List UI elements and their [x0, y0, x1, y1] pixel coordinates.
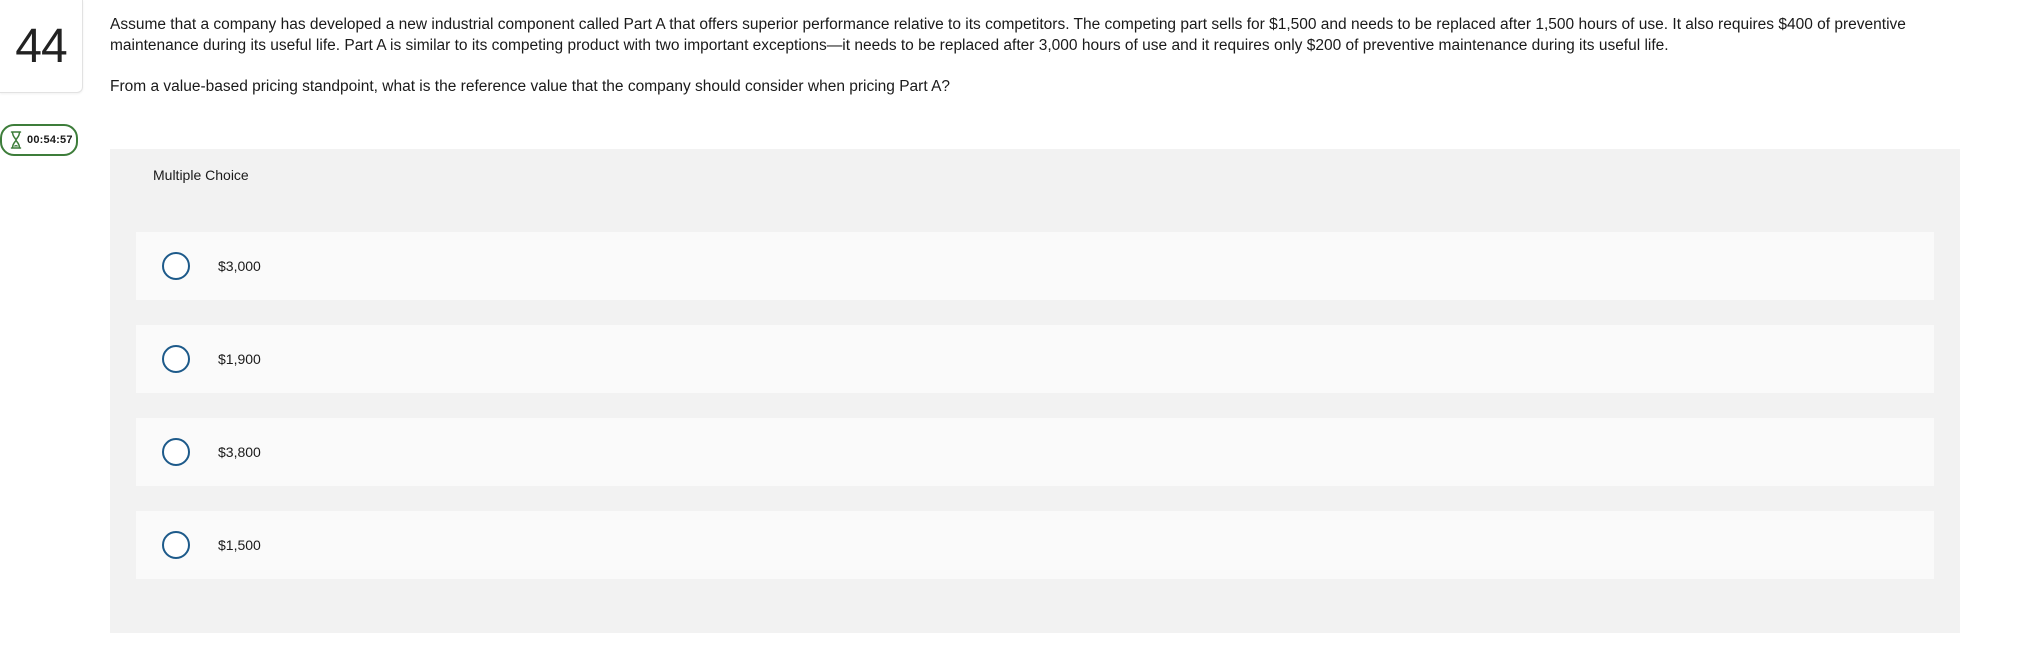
choice-option[interactable]: $1,500: [136, 511, 1934, 579]
question-body: Assume that a company has developed a ne…: [110, 16, 1906, 54]
choice-label: $3,000: [218, 258, 261, 274]
question-prompt: From a value-based pricing standpoint, w…: [110, 78, 951, 95]
choice-option[interactable]: $3,000: [136, 232, 1934, 300]
choice-list: $3,000 $1,900 $3,800 $1,500: [110, 200, 1960, 579]
choice-label: $1,500: [218, 537, 261, 553]
choice-label: $3,800: [218, 444, 261, 460]
choice-label: $1,900: [218, 351, 261, 367]
radio-button[interactable]: [162, 252, 190, 280]
choice-option[interactable]: $3,800: [136, 418, 1934, 486]
question-number-box: 44: [0, 0, 83, 93]
question-number: 44: [15, 19, 67, 73]
hourglass-icon: [10, 131, 22, 149]
question-text: Assume that a company has developed a ne…: [110, 14, 1960, 97]
choice-option[interactable]: $1,900: [136, 325, 1934, 393]
timer-text: 00:54:57: [27, 134, 73, 146]
radio-button[interactable]: [162, 438, 190, 466]
radio-button[interactable]: [162, 531, 190, 559]
question-page: 44 00:54:57 Assume that a company has de…: [0, 0, 2026, 656]
multiple-choice-panel: Multiple Choice $3,000 $1,900 $3,800 $1,…: [110, 149, 1960, 633]
radio-button[interactable]: [162, 345, 190, 373]
timer-badge[interactable]: 00:54:57: [0, 124, 78, 156]
multiple-choice-header: Multiple Choice: [110, 149, 1960, 200]
